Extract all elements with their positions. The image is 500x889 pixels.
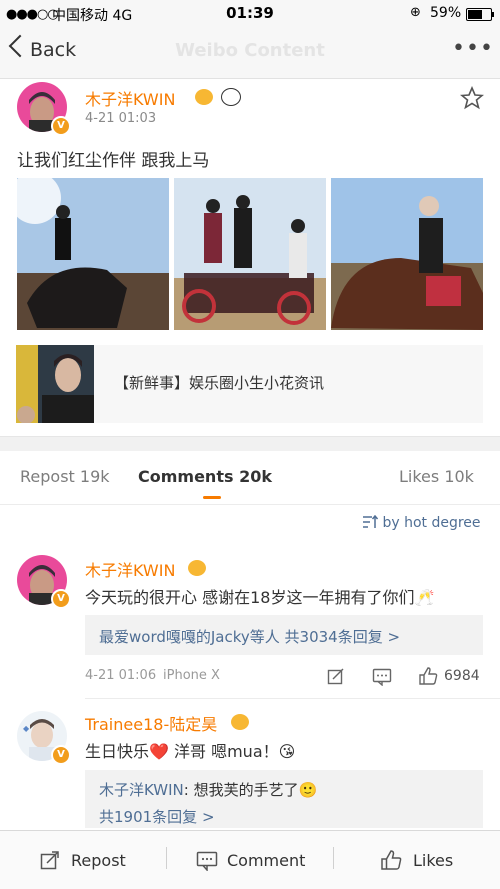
like-comment-icon[interactable] <box>418 666 438 686</box>
verified-badge-icon: V <box>51 589 71 609</box>
reply-author[interactable]: 木子洋KWIN <box>99 781 184 799</box>
topic-title: 【新鲜事】娱乐圈小生小花资讯 <box>114 374 325 392</box>
reply-text: 想我芙的手艺了🙂 <box>193 781 318 799</box>
comment-text: 生日快乐❤️ 洋哥 嗯mua！😘 <box>85 742 296 761</box>
repost-comment-icon[interactable] <box>327 667 345 685</box>
repost-button[interactable]: Repost <box>71 851 126 870</box>
section-divider <box>0 436 500 451</box>
post-photo-1[interactable] <box>17 178 169 330</box>
reply-preview: 木子洋KWIN: 想我芙的手艺了🙂 <box>99 781 318 799</box>
sort-icon <box>363 514 379 528</box>
favorite-star-icon[interactable] <box>460 86 484 110</box>
reply-summary-text: 最爱word嘎嘎的Jacky等人 共3034条回复 > <box>99 628 401 646</box>
post-author-name[interactable]: 木子洋KWIN <box>85 86 175 110</box>
comment-button[interactable]: Comment <box>227 851 305 870</box>
comment-icon <box>196 851 218 871</box>
comment-replies-summary[interactable]: 木子洋KWIN: 想我芙的手艺了🙂 共1901条回复 > <box>85 770 483 828</box>
tab-comments[interactable]: Comments 20k <box>138 467 272 486</box>
post-author-avatar[interactable]: V <box>17 82 71 136</box>
reply-count-link[interactable]: 共1901条回复 > <box>99 806 215 827</box>
comment-replies-summary[interactable]: 最爱word嘎嘎的Jacky等人 共3034条回复 > <box>85 615 483 655</box>
reply-comment-icon[interactable] <box>372 668 392 686</box>
toolbar-separator <box>333 847 334 869</box>
toolbar-separator <box>166 847 167 869</box>
post-text: 让我们红尘作伴 跟我上马 <box>17 151 210 171</box>
page-title: Weibo Content <box>175 40 325 61</box>
tab-likes[interactable]: Likes 10k <box>399 467 474 486</box>
tabs-divider <box>0 504 500 505</box>
orientation-lock-icon: ⊕ <box>410 5 421 20</box>
active-tab-indicator <box>203 496 221 499</box>
author-emoji-badges <box>192 86 242 106</box>
comment-like-count: 6984 <box>444 668 480 684</box>
tab-repost[interactable]: Repost 19k <box>20 467 110 486</box>
likes-button[interactable]: Likes <box>413 851 453 870</box>
linked-topic-card[interactable]: 【新鲜事】娱乐圈小生小花资讯 <box>16 345 483 423</box>
panda-emoji-icon <box>221 87 242 106</box>
comment-text: 今天玩的很开心 感谢在18岁这一年拥有了你们🥂 <box>85 588 435 607</box>
sort-label: by hot degree <box>382 515 481 531</box>
comment-time: 4-21 01:06 <box>85 668 157 683</box>
verified-badge-icon: V <box>51 116 71 136</box>
nav-bar: Back Weibo Content ••• <box>0 26 500 79</box>
more-options-button[interactable]: ••• <box>452 36 494 61</box>
post-timestamp: 4-21 01:03 <box>85 111 157 126</box>
kiss-emoji-icon <box>195 88 213 105</box>
sort-toggle[interactable]: by hot degree <box>362 514 481 531</box>
topic-thumbnail <box>16 345 94 423</box>
post-photo-2[interactable] <box>174 178 326 330</box>
repost-icon <box>40 851 59 870</box>
verified-badge-icon: V <box>51 745 71 765</box>
status-time: 01:39 <box>226 4 274 22</box>
battery-percent: 59% <box>430 5 462 21</box>
author-emoji-badges <box>185 557 206 576</box>
status-bar: ●●●○○ 中国移动 4G 01:39 ⊕ 59% <box>0 0 500 26</box>
like-icon <box>381 850 402 870</box>
kiss-emoji-icon <box>231 713 249 730</box>
author-emoji-badges <box>228 711 249 730</box>
comment-device: iPhone X <box>163 668 220 683</box>
comment-2-avatar[interactable]: ◆ ◆ V <box>17 711 71 765</box>
kiss-emoji-icon <box>188 559 206 576</box>
comment-author[interactable]: 木子洋KWIN <box>85 557 175 581</box>
comment-divider <box>85 698 500 699</box>
post-photo-3[interactable] <box>331 178 483 330</box>
svg-text:◆: ◆ <box>23 724 30 733</box>
bottom-toolbar: Repost Comment Likes <box>0 830 500 889</box>
comment-author[interactable]: Trainee18-陆定昊 <box>85 711 217 735</box>
comment-1-avatar[interactable]: V <box>17 555 71 609</box>
battery-icon <box>466 8 494 21</box>
